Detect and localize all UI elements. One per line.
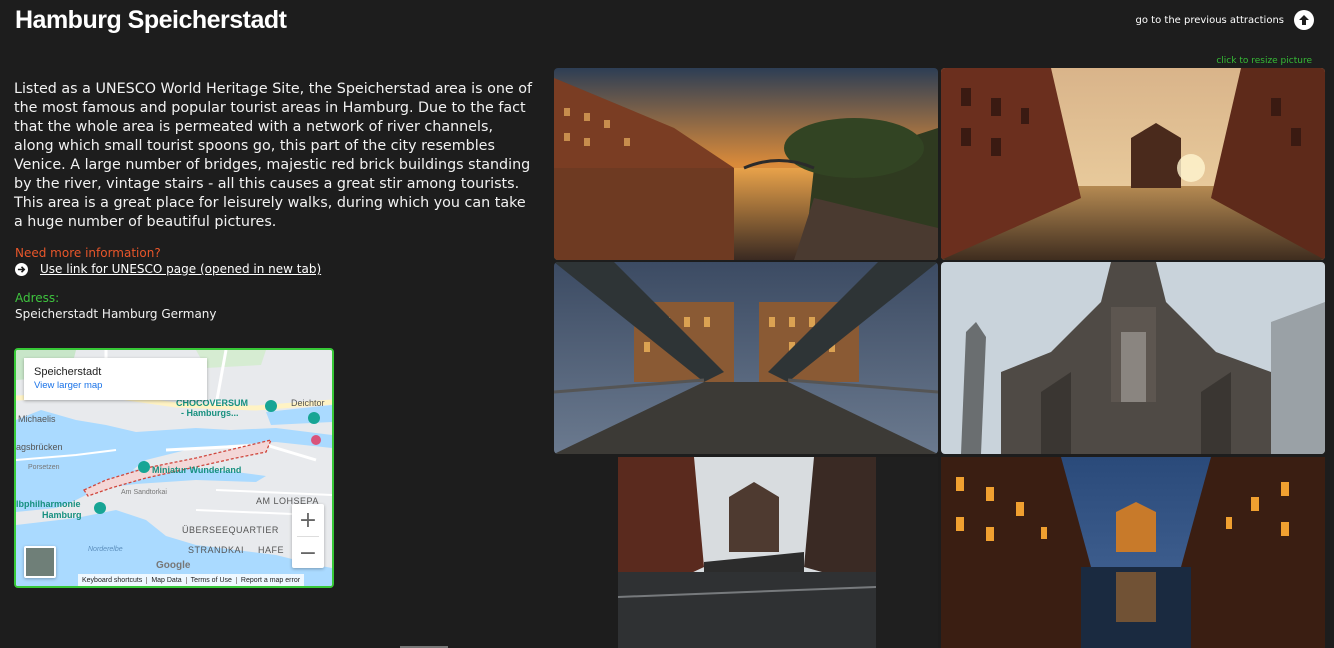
map-label-michaelis: Michaelis <box>18 414 56 424</box>
map-label-elbphilharmonie: lbphilharmonie <box>16 499 81 509</box>
zoom-in-button[interactable]: + <box>292 504 324 536</box>
map-label-porsetzen: Porsetzen <box>28 464 60 471</box>
page-title: Hamburg Speicherstadt <box>15 6 287 34</box>
photo-wasserschloss-day[interactable] <box>554 457 938 648</box>
map-label-deichtor: Deichtor <box>291 398 325 408</box>
address-value: Speicherstadt Hamburg Germany <box>15 307 217 321</box>
report-map-error-link[interactable]: Report a map error <box>237 577 304 584</box>
map-place-card: Speicherstadt View larger map <box>24 358 207 400</box>
need-more-info-label: Need more information? <box>15 246 161 260</box>
view-larger-map-link[interactable]: View larger map <box>34 380 207 391</box>
address-label: Adress: <box>15 291 60 305</box>
map-label-miniatur-wunderland: Miniatur Wunderland <box>152 465 242 475</box>
photo-church-ruin[interactable] <box>941 262 1325 454</box>
map-label-hafen: HAFE <box>258 545 285 555</box>
map-attribution-bar: Keyboard shortcuts Map Data Terms of Use… <box>78 574 305 586</box>
embedded-map[interactable]: Michaelis CHOCOVERSUM - Hamburgs... Deic… <box>14 348 334 588</box>
map-label-norderelbe: Norderelbe <box>88 546 123 553</box>
previous-attractions-label: go to the previous attractions <box>1135 14 1284 26</box>
map-label-chocoversum-sub: - Hamburgs... <box>181 408 239 418</box>
satellite-toggle[interactable] <box>24 546 56 578</box>
terms-of-use-link[interactable]: Terms of Use <box>187 576 237 584</box>
previous-attractions-link[interactable]: go to the previous attractions <box>1136 10 1314 30</box>
resize-picture-hint[interactable]: click to resize picture <box>1216 56 1312 66</box>
unesco-link[interactable]: Use link for UNESCO page (opened in new … <box>15 262 321 276</box>
unesco-link-label[interactable]: Use link for UNESCO page (opened in new … <box>40 262 321 276</box>
photo-canal-sunset[interactable] <box>554 68 938 260</box>
arrow-up-circle-icon[interactable] <box>1294 10 1314 30</box>
map-zoom-control: + − <box>292 504 324 568</box>
photo-wasserschloss-sunset[interactable] <box>941 68 1325 260</box>
map-label-landungsbruecken: agsbrücken <box>16 442 63 452</box>
map-label-ueberseequartier: ÜBERSEEQUARTIER <box>182 525 279 535</box>
zoom-out-button[interactable]: − <box>292 537 324 569</box>
map-label-strandkai: STRANDKAI <box>188 545 245 555</box>
map-label-hamburg: Hamburg <box>42 510 82 520</box>
google-logo: Google <box>156 560 191 571</box>
attraction-description: Listed as a UNESCO World Heritage Site, … <box>14 81 533 230</box>
map-place-name: Speicherstadt <box>34 366 102 378</box>
arrow-right-circle-icon <box>15 262 28 276</box>
keyboard-shortcuts-link[interactable]: Keyboard shortcuts <box>78 576 148 584</box>
map-label-am-sandtorkai: Am Sandtorkai <box>121 489 167 496</box>
map-data-link[interactable]: Map Data <box>147 576 187 584</box>
photo-bridge-night[interactable] <box>554 262 938 454</box>
photo-canal-night[interactable] <box>941 457 1325 648</box>
